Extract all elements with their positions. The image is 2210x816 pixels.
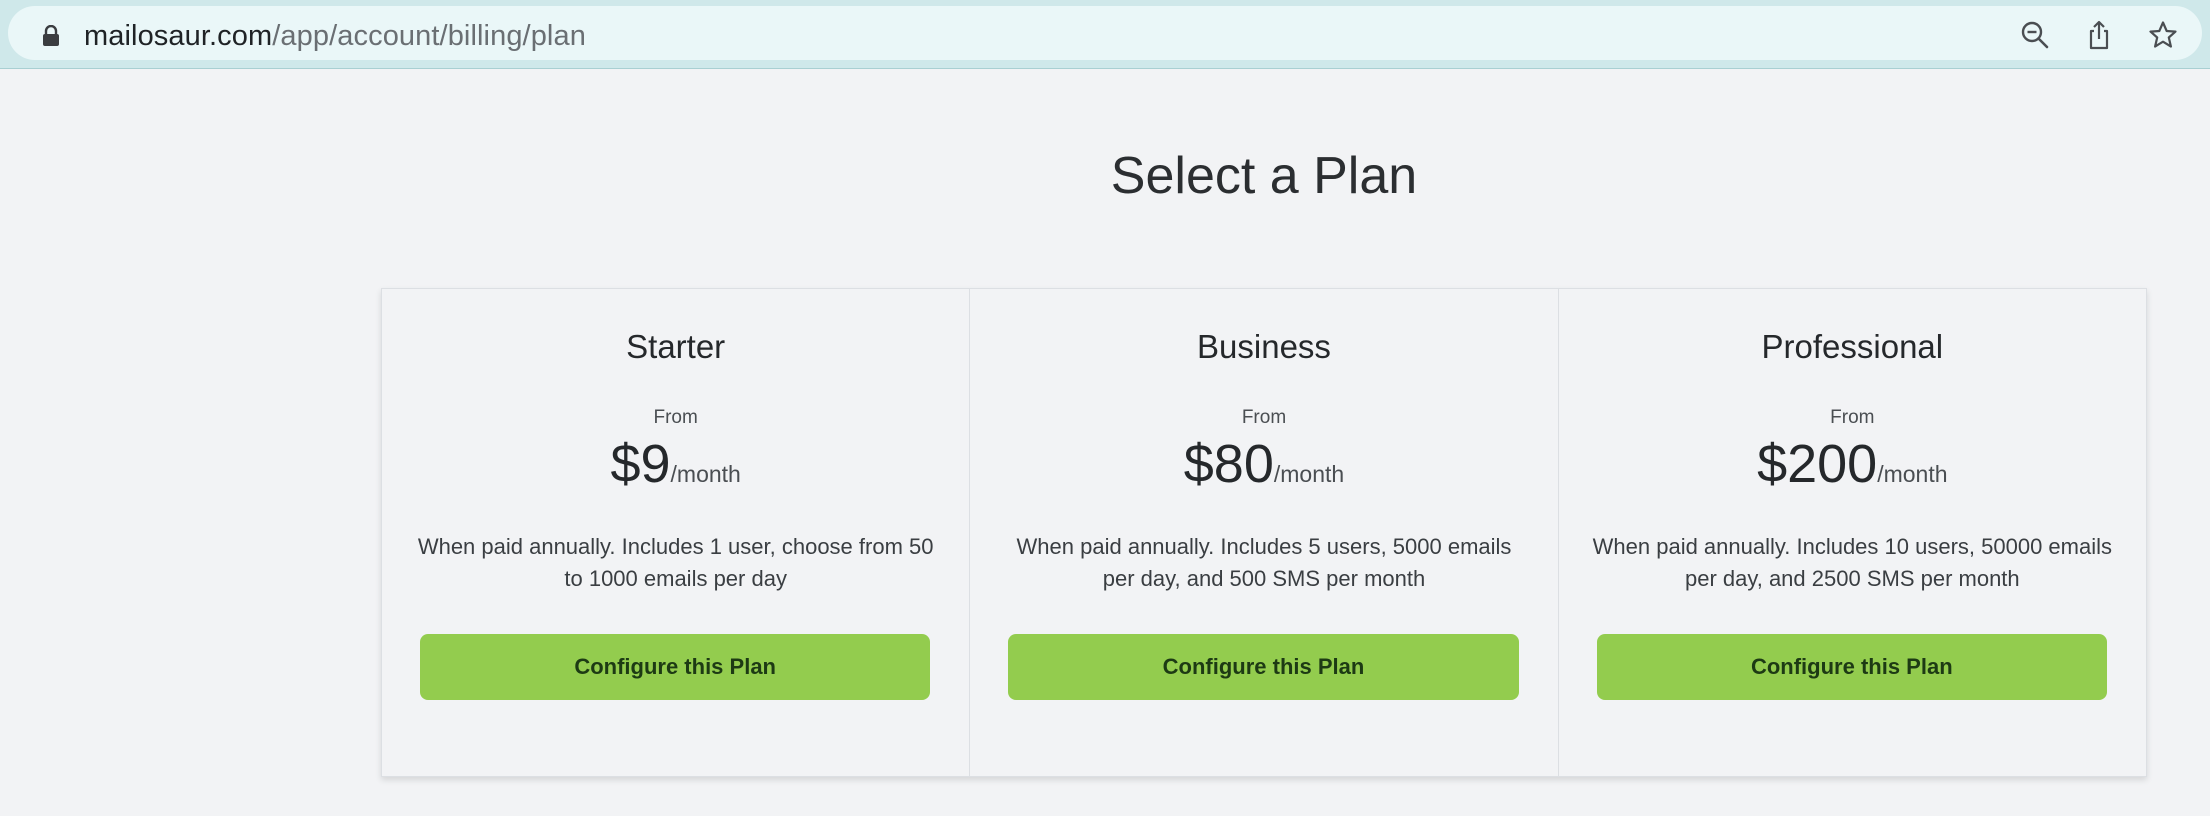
lock-icon[interactable] xyxy=(42,25,60,47)
plan-card-business: Business From $80/month When paid annual… xyxy=(970,289,1559,776)
plan-card-professional: Professional From $200/month When paid a… xyxy=(1559,289,2146,776)
price-line: $9/month xyxy=(382,433,969,495)
plan-name: Professional xyxy=(1761,328,1944,365)
browser-toolbar: mailosaur.com/app/account/billing/plan xyxy=(0,0,2210,69)
plan-price: $200 xyxy=(1757,434,1878,494)
price-from-label: From xyxy=(1830,407,1875,428)
address-bar[interactable]: mailosaur.com/app/account/billing/plan xyxy=(8,6,2202,60)
plan-price: $80 xyxy=(1183,434,1274,494)
plan-description: When paid annually. Includes 1 user, cho… xyxy=(417,534,934,591)
url-path: /app/account/billing/plan xyxy=(272,20,586,52)
bookmark-star-icon[interactable] xyxy=(2148,20,2178,50)
configure-plan-button[interactable]: Configure this Plan xyxy=(1596,634,2107,700)
plan-list: Starter From $9/month When paid annually… xyxy=(381,288,2147,777)
plan-description: When paid annually. Includes 10 users, 5… xyxy=(1592,534,2112,591)
plan-name: Business xyxy=(1197,328,1331,365)
price-period: /month xyxy=(1273,461,1345,487)
price-line: $200/month xyxy=(1559,433,2146,495)
plan-name: Starter xyxy=(626,328,726,365)
price-line: $80/month xyxy=(970,433,1557,495)
url-domain: mailosaur.com xyxy=(84,20,273,52)
page-title: Select a Plan xyxy=(1110,147,1418,205)
configure-plan-button[interactable]: Configure this Plan xyxy=(1008,634,1519,700)
plan-card-starter: Starter From $9/month When paid annually… xyxy=(382,289,971,776)
share-icon[interactable] xyxy=(2084,20,2114,50)
url-text[interactable]: mailosaur.com/app/account/billing/plan xyxy=(84,19,586,53)
price-from-label: From xyxy=(1241,407,1287,428)
zoom-out-icon[interactable] xyxy=(2020,20,2050,50)
plan-price: $9 xyxy=(610,434,671,494)
price-period: /month xyxy=(670,461,741,487)
plan-description: When paid annually. Includes 5 users, 50… xyxy=(1016,534,1512,591)
price-from-label: From xyxy=(653,407,698,428)
configure-plan-button[interactable]: Configure this Plan xyxy=(420,634,931,700)
price-period: /month xyxy=(1877,461,1948,487)
